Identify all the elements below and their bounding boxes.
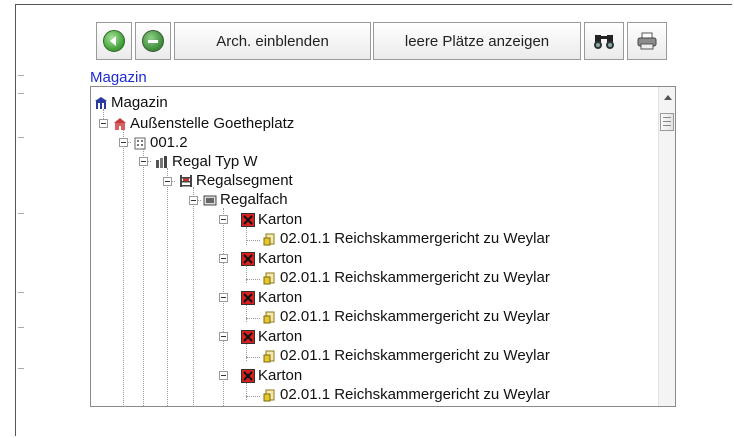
document-folder-icon xyxy=(263,271,277,285)
tree-node-label: Karton xyxy=(258,367,303,384)
margin-tick xyxy=(18,292,24,293)
minus-icon xyxy=(142,30,164,52)
margin-tick xyxy=(18,368,24,369)
tree-node-label: 001.2 xyxy=(150,134,188,151)
margin-tick xyxy=(18,213,24,214)
print-button[interactable] xyxy=(627,22,667,60)
section-label: Magazin xyxy=(90,69,147,86)
document-folder-icon xyxy=(263,232,277,246)
tree-node-label: Regalfach xyxy=(220,191,288,208)
tree-node-label: 02.01.1 Reichskammergericht zu Weylar xyxy=(280,230,550,247)
tree-node-shelf[interactable]: Regal Typ W xyxy=(155,152,258,171)
box-x-icon xyxy=(241,251,255,266)
tree-node-label: Karton xyxy=(258,328,303,345)
arrow-left-icon xyxy=(103,30,125,52)
tree-node-collection[interactable]: 02.01.1 Reichskammergericht zu Weylar xyxy=(263,268,550,287)
margin-tick xyxy=(18,327,24,328)
tree-node-box[interactable]: Karton xyxy=(241,366,302,385)
tree-connector xyxy=(246,357,260,358)
shelf-icon xyxy=(155,155,169,169)
collapse-toggle[interactable] xyxy=(219,371,228,380)
tree-node-root[interactable]: Magazin xyxy=(94,93,168,112)
tree-node-label: 02.01.1 Reichskammergericht zu Weylar xyxy=(280,308,550,325)
tree-node-label: Karton xyxy=(258,211,303,228)
box-x-icon xyxy=(241,290,255,305)
collapse-toggle[interactable] xyxy=(139,157,148,166)
tree-connector xyxy=(246,240,260,241)
tree-node-box[interactable]: Karton xyxy=(241,288,302,307)
tree-node-collection[interactable]: 02.01.1 Reichskammergericht zu Weylar xyxy=(263,229,550,248)
tree-node-collection[interactable]: 02.01.1 Reichskammergericht zu Weylar xyxy=(263,346,550,365)
tree-connector xyxy=(246,396,260,397)
warehouse-icon xyxy=(94,96,108,110)
minus-button[interactable] xyxy=(135,22,171,60)
document-folder-icon xyxy=(263,349,277,363)
collapse-toggle[interactable] xyxy=(219,332,228,341)
box-x-icon xyxy=(241,368,255,383)
collapse-toggle[interactable] xyxy=(219,293,228,302)
show-archive-button[interactable]: Arch. einblenden xyxy=(174,22,371,60)
tree-node-label: 02.01.1 Reichskammergericht zu Weylar xyxy=(280,347,550,364)
tree-node-label: Regal Typ W xyxy=(172,153,258,170)
tree-node-box[interactable]: Karton xyxy=(241,327,302,346)
tree-node-segment[interactable]: Regalsegment xyxy=(179,171,293,190)
tree-node-box[interactable]: Karton xyxy=(241,210,302,229)
scrollbar-thumb[interactable] xyxy=(660,113,674,131)
collapse-toggle[interactable] xyxy=(189,196,198,205)
margin-tick xyxy=(18,93,24,94)
box-x-icon xyxy=(241,212,255,227)
tree-node-label: Außenstelle Goetheplatz xyxy=(130,115,295,132)
show-archive-label: Arch. einblenden xyxy=(216,32,329,50)
tree-node-label: Magazin xyxy=(111,94,168,111)
tree-node-compartment[interactable]: Regalfach xyxy=(203,190,288,209)
collapse-toggle[interactable] xyxy=(219,215,228,224)
tree-connector xyxy=(123,125,124,406)
margin-tick xyxy=(18,75,24,76)
tree-node-collection[interactable]: 02.01.1 Reichskammergericht zu Weylar xyxy=(263,385,550,404)
tree-node-branch[interactable]: Außenstelle Goetheplatz xyxy=(113,114,294,133)
tree-connector xyxy=(246,279,260,280)
tree-node-label: Karton xyxy=(258,289,303,306)
tree-node-room[interactable]: 001.2 xyxy=(133,133,188,152)
document-folder-icon xyxy=(263,388,277,402)
printer-icon xyxy=(637,32,657,50)
collapse-toggle[interactable] xyxy=(119,138,128,147)
tree-node-label: 02.01.1 Reichskammergericht zu Weylar xyxy=(280,269,550,286)
search-button[interactable] xyxy=(584,22,624,60)
tree-node-box[interactable]: Karton xyxy=(241,249,302,268)
document-folder-icon xyxy=(263,310,277,324)
binoculars-icon xyxy=(594,35,614,49)
vertical-scrollbar[interactable] xyxy=(658,87,675,406)
room-icon xyxy=(133,136,147,150)
tree-connector xyxy=(167,168,168,406)
show-empty-places-label: leere Plätze anzeigen xyxy=(404,32,550,50)
box-x-icon xyxy=(241,329,255,344)
shelf-segment-icon xyxy=(179,174,193,188)
tree-node-label: 02.01.1 Reichskammergericht zu Weylar xyxy=(280,386,550,403)
tree-connector xyxy=(246,318,260,319)
tree-node-label: Karton xyxy=(258,250,303,267)
collapse-toggle[interactable] xyxy=(219,254,228,263)
collapse-toggle[interactable] xyxy=(99,119,108,128)
collapse-toggle[interactable] xyxy=(163,177,172,186)
tree-connector xyxy=(143,148,144,406)
tree-node-label: Regalsegment xyxy=(196,172,293,189)
tree-node-collection[interactable]: 02.01.1 Reichskammergericht zu Weylar xyxy=(263,307,550,326)
tree-connector xyxy=(193,187,194,406)
compartment-icon xyxy=(203,193,217,207)
show-empty-places-button[interactable]: leere Plätze anzeigen xyxy=(373,22,581,60)
tree-connector xyxy=(246,227,247,245)
margin-tick xyxy=(18,137,24,138)
storage-tree: Magazin Außenstelle Goetheplatz 001.2 Re… xyxy=(90,86,676,407)
scroll-up-arrow-icon[interactable] xyxy=(664,95,672,100)
back-button[interactable] xyxy=(96,22,132,60)
building-icon xyxy=(113,117,127,131)
